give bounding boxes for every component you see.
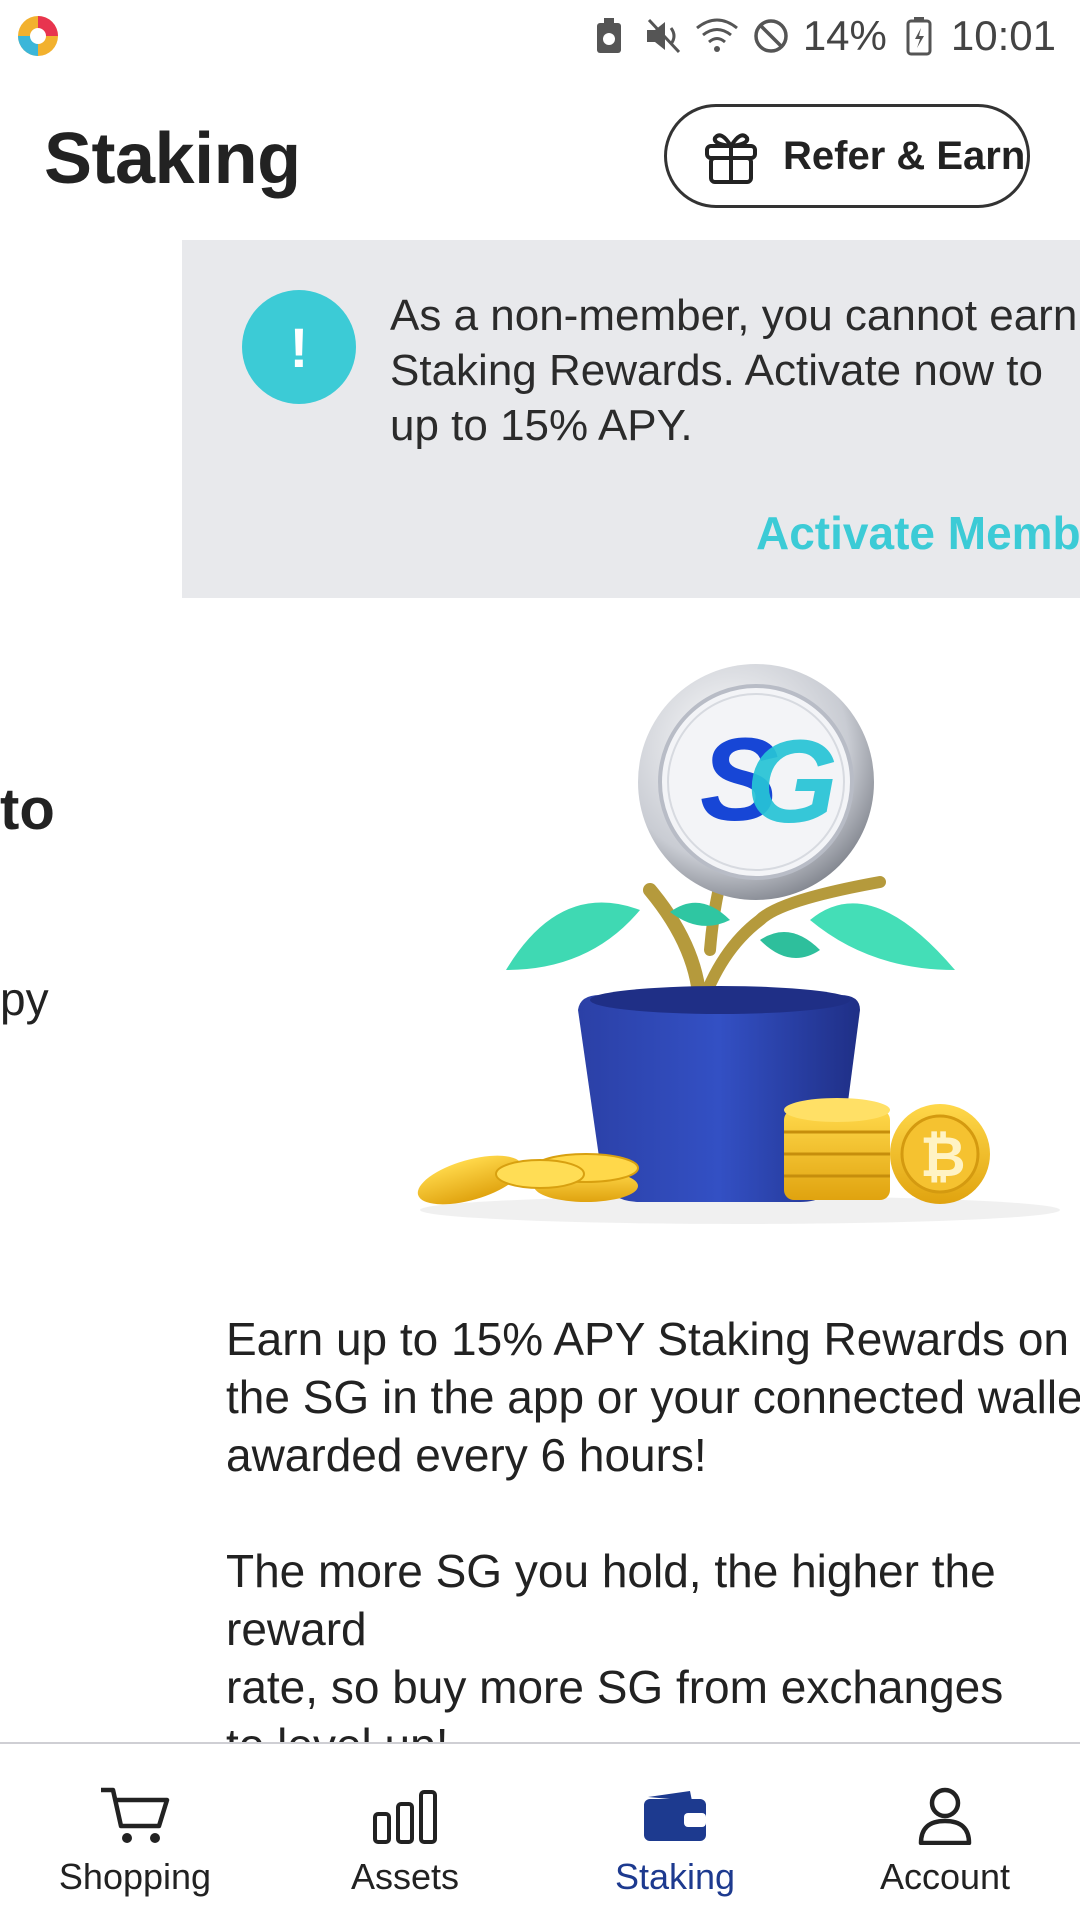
nav-shopping[interactable]: Shopping <box>0 1744 270 1920</box>
nav-staking[interactable]: Staking <box>540 1744 810 1920</box>
nav-assets[interactable]: Assets <box>270 1744 540 1920</box>
bar-chart-icon <box>369 1784 441 1848</box>
cart-icon <box>99 1784 171 1848</box>
staking-description-1: Earn up to 15% APY Staking Rewards on th… <box>226 1313 1080 1481</box>
nav-staking-label: Staking <box>614 1856 736 1897</box>
mute-icon <box>641 14 685 58</box>
bottom-nav: Shopping Assets Staking Account <box>0 1742 1080 1920</box>
recycle-icon <box>587 14 631 58</box>
exclamation-icon: ! <box>242 290 356 404</box>
status-icons: 14% 10:01 <box>587 10 1056 62</box>
person-icon <box>909 1784 981 1848</box>
gift-icon <box>705 133 757 184</box>
notice-text: As a non-member, you cannot earn Staking… <box>390 291 1078 450</box>
status-bar: 14% 10:01 <box>0 0 1080 72</box>
refer-earn-button[interactable]: Refer & Earn <box>664 104 1030 208</box>
previous-slide-heading: to <box>0 777 55 842</box>
membership-notice: ! As a non-member, you cannot earn Staki… <box>182 240 1080 598</box>
activate-membership-link[interactable]: Activate Membership <box>756 506 1080 560</box>
nav-account[interactable]: Account <box>810 1744 1080 1920</box>
sg-plant-illustration: S G ₿ <box>417 664 1060 1224</box>
nav-account-label: Account <box>879 1856 1011 1897</box>
clock: 10:01 <box>950 12 1056 59</box>
app-logo-icon <box>18 16 58 56</box>
wifi-icon <box>695 14 739 58</box>
blocked-icon <box>749 14 793 58</box>
svg-text:G: G <box>746 716 838 848</box>
staking-description-2: The more SG you hold, the higher the rew… <box>226 1545 1004 1771</box>
nav-assets-label: Assets <box>350 1856 460 1897</box>
wallet-icon <box>639 1784 711 1848</box>
previous-slide-text: py <box>0 973 49 1025</box>
battery-icon <box>897 14 941 58</box>
refer-earn-label: Refer & Earn <box>783 133 1026 178</box>
battery-percent: 14% <box>802 12 887 59</box>
svg-text:₿: ₿ <box>920 1125 966 1190</box>
page-title: Staking <box>44 119 301 199</box>
nav-shopping-label: Shopping <box>58 1856 212 1897</box>
